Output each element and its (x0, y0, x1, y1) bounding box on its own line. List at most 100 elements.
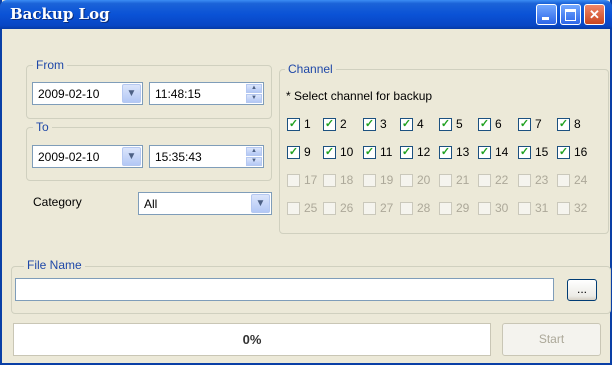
to-time-value: 15:35:43 (155, 150, 202, 164)
channel-17-checkbox (287, 174, 300, 187)
channel-32-checkbox (557, 202, 570, 215)
title-bar[interactable]: Backup Log ✕ (0, 0, 612, 29)
from-date-dropdown-button[interactable]: ▼ (122, 84, 141, 103)
backup-log-window: Backup Log ✕ From 2009-02-10 ▼ 11:48:15 … (0, 0, 612, 365)
channel-8-label: 8 (574, 117, 581, 131)
to-time-spinner[interactable]: ▲ ▼ (246, 147, 262, 166)
from-date-select[interactable]: 2009-02-10 ▼ (32, 82, 143, 105)
channel-27-checkbox (363, 202, 376, 215)
minimize-button[interactable] (536, 4, 557, 25)
spin-down-icon[interactable]: ▼ (246, 157, 262, 166)
close-button[interactable]: ✕ (584, 4, 605, 25)
channel-10-checkbox[interactable]: ✓ (323, 146, 336, 159)
chevron-down-icon: ▼ (126, 151, 137, 162)
from-date-value: 2009-02-10 (38, 87, 100, 101)
channel-11-checkbox[interactable]: ✓ (363, 146, 376, 159)
channel-29-checkbox (439, 202, 452, 215)
to-time-input[interactable]: 15:35:43 ▲ ▼ (149, 145, 264, 168)
checkmark-icon: ✓ (479, 146, 490, 158)
file-name-label: File Name (24, 258, 85, 272)
spin-up-icon[interactable]: ▲ (246, 84, 262, 93)
channel-15-label: 15 (535, 145, 549, 159)
channel-29-label: 29 (456, 201, 470, 215)
channel-12-checkbox[interactable]: ✓ (400, 146, 413, 159)
checkmark-icon: ✓ (364, 118, 375, 130)
channel-14-checkbox[interactable]: ✓ (478, 146, 491, 159)
checkmark-icon: ✓ (364, 146, 375, 158)
channel-18-checkbox (323, 174, 336, 187)
channel-26-checkbox (323, 202, 336, 215)
channel-16-checkbox[interactable]: ✓ (557, 146, 570, 159)
checkmark-icon: ✓ (324, 118, 335, 130)
from-time-value: 11:48:15 (155, 87, 201, 101)
channel-4-checkbox[interactable]: ✓ (400, 118, 413, 131)
maximize-icon (565, 9, 576, 21)
channel-6-checkbox[interactable]: ✓ (478, 118, 491, 131)
checkmark-icon: ✓ (479, 118, 490, 130)
category-select[interactable]: All ▼ (138, 192, 272, 215)
channel-5-label: 5 (456, 117, 463, 131)
checkmark-icon: ✓ (401, 118, 412, 130)
to-date-select[interactable]: 2009-02-10 ▼ (32, 145, 143, 168)
channel-7-label: 7 (535, 117, 542, 131)
channel-14-label: 14 (495, 145, 509, 159)
channel-26-label: 26 (340, 201, 354, 215)
channel-13-label: 13 (456, 145, 470, 159)
channel-19-label: 19 (380, 173, 394, 187)
checkmark-icon: ✓ (519, 146, 530, 158)
from-time-spinner[interactable]: ▲ ▼ (246, 84, 262, 103)
file-name-input[interactable] (15, 278, 554, 301)
minimize-icon (542, 17, 549, 20)
channel-6-label: 6 (495, 117, 502, 131)
channel-15-checkbox[interactable]: ✓ (518, 146, 531, 159)
browse-button[interactable]: ... (567, 279, 597, 301)
checkmark-icon: ✓ (288, 146, 299, 158)
channel-24-label: 24 (574, 173, 588, 187)
channel-20-label: 20 (417, 173, 431, 187)
channel-7-checkbox[interactable]: ✓ (518, 118, 531, 131)
to-date-value: 2009-02-10 (38, 150, 100, 164)
channel-20-checkbox (400, 174, 413, 187)
channel-19-checkbox (363, 174, 376, 187)
checkmark-icon: ✓ (401, 146, 412, 158)
channel-1-checkbox[interactable]: ✓ (287, 118, 300, 131)
to-date-dropdown-button[interactable]: ▼ (122, 147, 141, 166)
from-time-input[interactable]: 11:48:15 ▲ ▼ (149, 82, 264, 105)
checkmark-icon: ✓ (558, 146, 569, 158)
channel-32-label: 32 (574, 201, 588, 215)
start-button[interactable]: Start (502, 323, 601, 356)
chevron-down-icon: ▼ (255, 198, 266, 209)
channel-5-checkbox[interactable]: ✓ (439, 118, 452, 131)
spin-up-icon[interactable]: ▲ (246, 147, 262, 156)
window-title: Backup Log (10, 5, 110, 23)
channel-27-label: 27 (380, 201, 394, 215)
checkmark-icon: ✓ (324, 146, 335, 158)
channel-12-label: 12 (417, 145, 431, 159)
category-dropdown-button[interactable]: ▼ (251, 194, 270, 213)
channel-23-label: 23 (535, 173, 549, 187)
channel-9-checkbox[interactable]: ✓ (287, 146, 300, 159)
channel-21-label: 21 (456, 173, 470, 187)
channel-9-label: 9 (304, 145, 311, 159)
channel-31-checkbox (518, 202, 531, 215)
channel-28-label: 28 (417, 201, 431, 215)
chevron-down-icon: ▼ (126, 88, 137, 99)
channel-30-checkbox (478, 202, 491, 215)
checkmark-icon: ✓ (288, 118, 299, 130)
category-label: Category (33, 195, 82, 209)
channel-label: Channel (285, 62, 336, 76)
channel-3-checkbox[interactable]: ✓ (363, 118, 376, 131)
channel-31-label: 31 (535, 201, 549, 215)
spin-down-icon[interactable]: ▼ (246, 94, 262, 103)
channel-17-label: 17 (304, 173, 318, 187)
close-icon: ✕ (589, 7, 600, 22)
channel-30-label: 30 (495, 201, 509, 215)
maximize-button[interactable] (560, 4, 581, 25)
channel-18-label: 18 (340, 173, 354, 187)
channel-13-checkbox[interactable]: ✓ (439, 146, 452, 159)
channel-25-label: 25 (304, 201, 318, 215)
channel-3-label: 3 (380, 117, 387, 131)
channel-25-checkbox (287, 202, 300, 215)
channel-2-checkbox[interactable]: ✓ (323, 118, 336, 131)
channel-8-checkbox[interactable]: ✓ (557, 118, 570, 131)
